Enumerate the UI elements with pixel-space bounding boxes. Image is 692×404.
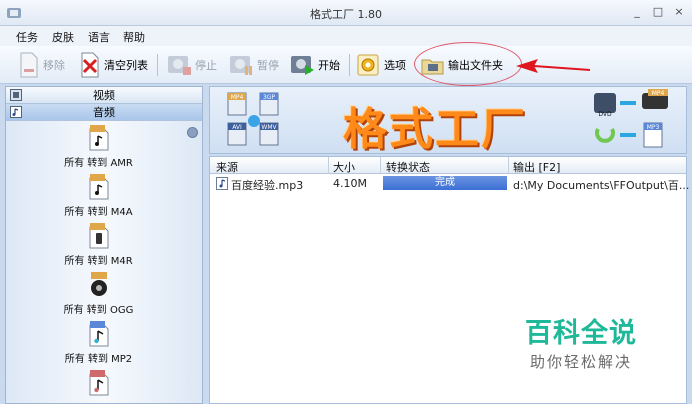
row-source: 百度经验.mp3 <box>231 179 304 192</box>
toolbar-separator <box>157 54 158 76</box>
watermark: 百科全说 助你轻松解决 <box>494 297 668 379</box>
menu-skin[interactable]: 皮肤 <box>52 29 74 45</box>
format-item-m4a[interactable]: 所有 转到 M4A <box>6 174 191 222</box>
format-list: 所有 转到 AMR 所有 转到 M4A 所有 转到 M4R 所有 转到 OGG … <box>6 121 202 403</box>
badge-wmv: WMV <box>261 124 277 131</box>
badge-mp4-right: MP4 <box>652 90 665 97</box>
badge-mp4: MP4 <box>231 94 244 101</box>
row-status: 完成 <box>383 176 507 190</box>
format-item-mp2[interactable]: 所有 转到 MP2 <box>6 321 191 369</box>
red-arrow-icon <box>516 59 591 73</box>
app-logo-text: 格式工厂 <box>343 104 527 155</box>
sidebar-category-video[interactable]: 视频 <box>6 87 202 104</box>
column-size[interactable]: 大小 <box>333 159 355 175</box>
watermark-subtitle: 助你轻松解决 <box>529 353 632 371</box>
minimize-button[interactable]: _ <box>628 4 646 20</box>
format-item-wav[interactable] <box>6 370 191 403</box>
column-status[interactable]: 转换状态 <box>386 159 430 175</box>
maximize-button[interactable]: □ <box>649 4 667 20</box>
window-title: 格式工厂 1.80 <box>310 8 382 21</box>
pause-icon <box>230 56 252 75</box>
ogg-file-icon <box>91 272 107 296</box>
sidebar: 视频 音频 所有 转到 AMR 所有 转到 M4A 所有 转到 M4R 所有 转… <box>5 86 203 404</box>
device-formats-icon: DVD MP4 MP3 <box>594 89 668 148</box>
m4a-file-icon <box>89 174 109 200</box>
badge-mp3: MP3 <box>647 124 660 131</box>
close-button[interactable]: × <box>670 4 688 20</box>
badge-3gp: 3GP <box>263 94 275 101</box>
audio-file-icon <box>216 177 228 190</box>
video-formats-icon: MP4 3GP AVI WMV <box>227 92 279 146</box>
wav-file-icon <box>89 370 109 396</box>
menu-bar: 任务 皮肤 语言 帮助 <box>0 26 692 46</box>
video-icon <box>10 89 22 101</box>
row-output: d:\My Documents\FFOutput\百... <box>513 179 690 192</box>
column-output[interactable]: 输出 [F2] <box>513 159 560 175</box>
row-size: 4.10M <box>333 177 367 190</box>
format-item-m4r[interactable]: 所有 转到 M4R <box>6 223 191 271</box>
menu-task[interactable]: 任务 <box>16 29 38 45</box>
highlight-ellipse <box>414 42 522 86</box>
clear-list-icon <box>81 52 99 78</box>
table-row[interactable]: 百度经验.mp3 4.10M 完成 d:\My Documents\FFOutp… <box>210 175 690 192</box>
start-icon <box>291 56 314 75</box>
title-bar: 格式工厂 1.80 _ □ × <box>0 0 692 26</box>
stop-icon <box>168 56 191 75</box>
options-gear-icon <box>357 54 379 76</box>
pause-button[interactable]: 暂停 <box>228 51 279 79</box>
audio-icon <box>10 106 22 118</box>
format-item-ogg[interactable]: 所有 转到 OGG <box>6 272 191 320</box>
document-remove-icon <box>20 52 38 78</box>
menu-help[interactable]: 帮助 <box>123 29 145 45</box>
table-header: 来源 大小 转换状态 输出 [F2] <box>210 157 686 174</box>
toolbar-separator <box>349 54 350 76</box>
stop-button[interactable]: 停止 <box>166 51 217 79</box>
badge-dvd: DVD <box>598 111 612 118</box>
amr-file-icon <box>89 125 109 151</box>
options-button[interactable]: 选项 <box>357 51 406 79</box>
start-button[interactable]: 开始 <box>289 51 340 79</box>
menu-language[interactable]: 语言 <box>88 29 110 45</box>
mp2-file-icon <box>89 321 109 347</box>
remove-button[interactable]: 移除 <box>18 51 65 79</box>
format-item-amr[interactable]: 所有 转到 AMR <box>6 125 191 173</box>
banner: MP4 3GP AVI WMV 格式工厂 DVD MP4 MP3 <box>209 86 687 155</box>
m4r-file-icon <box>89 223 109 249</box>
sidebar-category-audio[interactable]: 音频 <box>6 104 202 121</box>
clear-list-button[interactable]: 清空列表 <box>79 51 148 79</box>
badge-avi: AVI <box>232 124 242 131</box>
watermark-title: 百科全说 <box>525 318 637 349</box>
column-source[interactable]: 来源 <box>216 159 238 175</box>
